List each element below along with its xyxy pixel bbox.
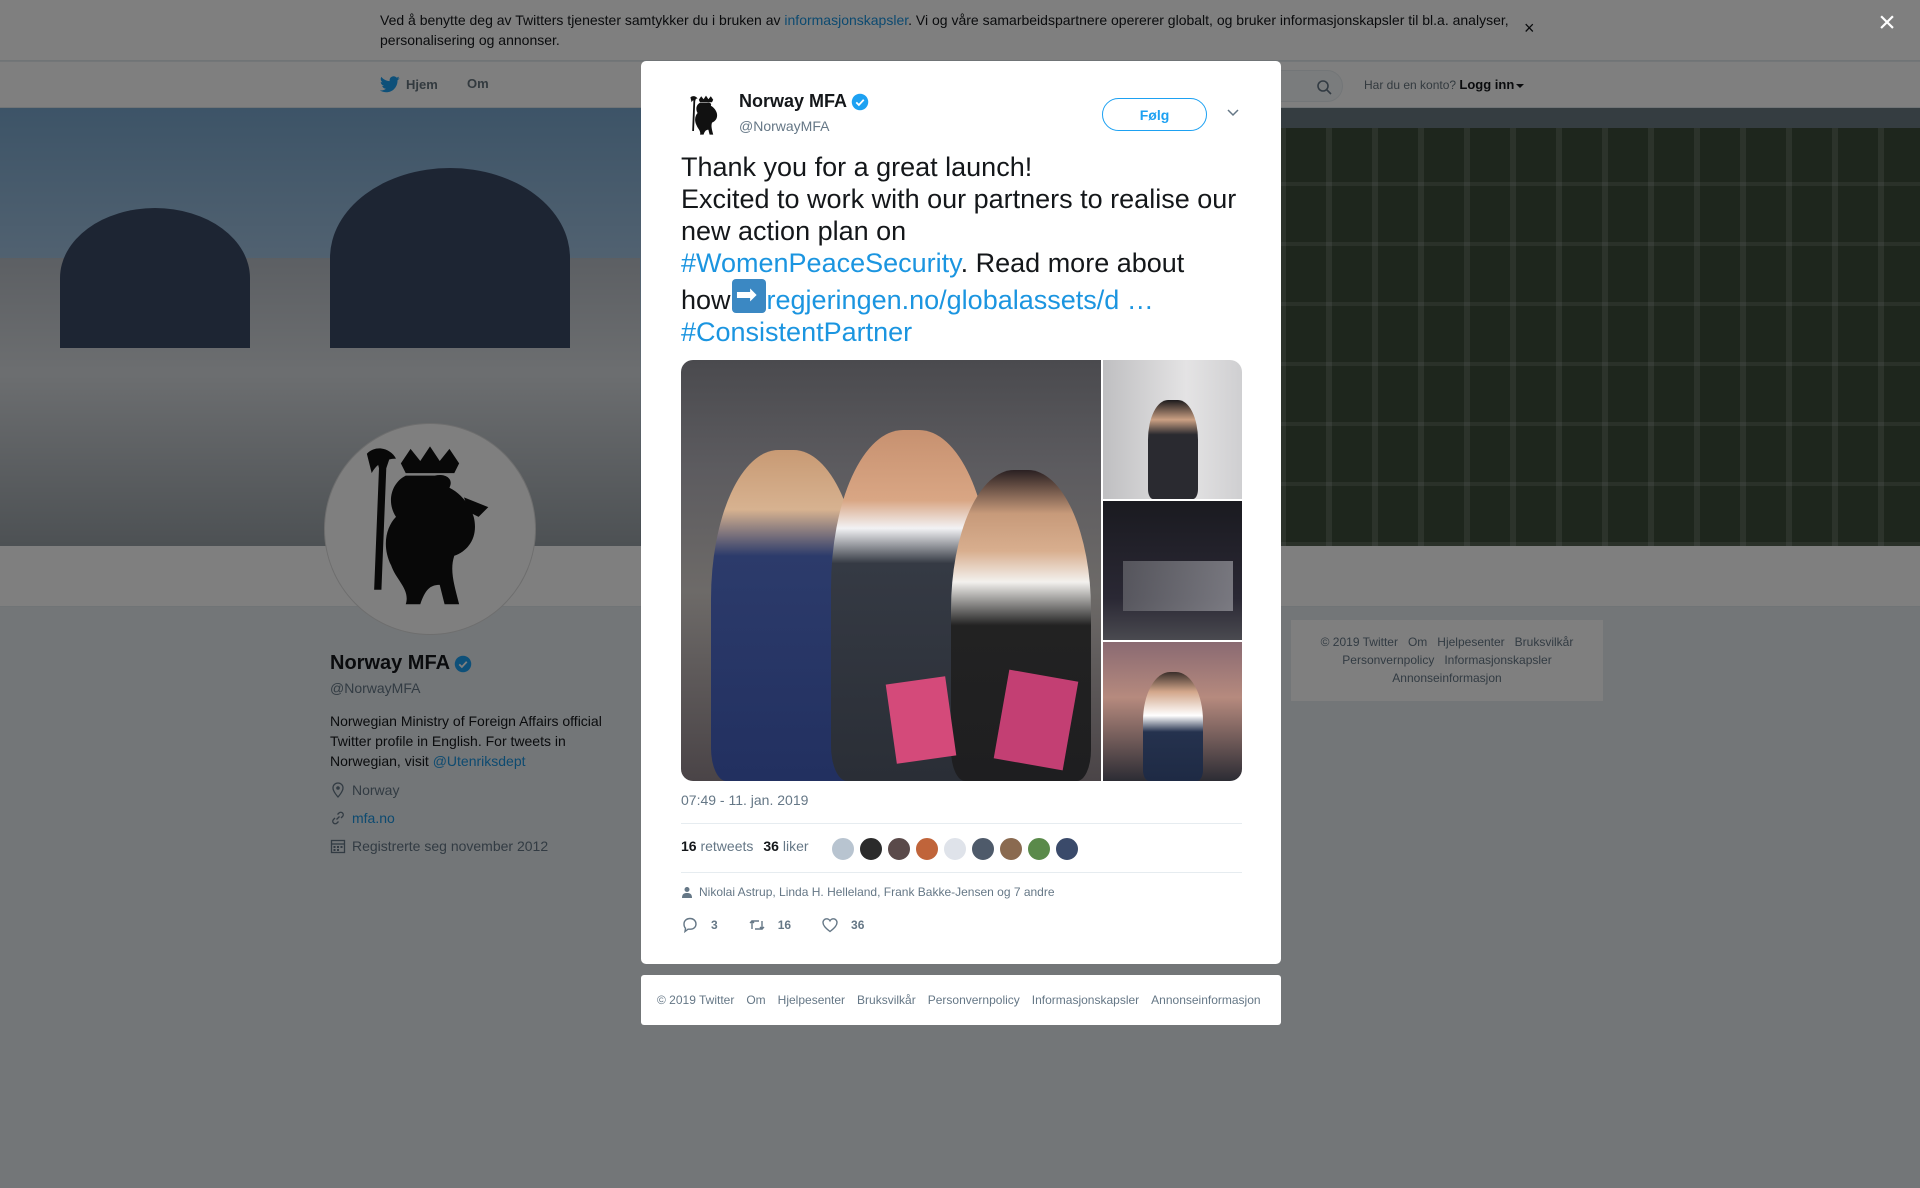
tweet-photo-3[interactable]	[1103, 501, 1242, 640]
tweet-text: Thank you for a great launch! Excited to…	[681, 151, 1241, 348]
tweet-author-name[interactable]: Norway MFA	[739, 91, 869, 112]
retweet-button[interactable]: 16	[748, 916, 791, 934]
liked-by: Nikolai Astrup, Linda H. Helleland, Fran…	[681, 885, 1055, 899]
footer-link[interactable]: Om	[746, 993, 765, 1007]
liker-avatar[interactable]	[915, 837, 939, 861]
right-arrow-emoji-icon	[731, 279, 766, 313]
liker-avatar[interactable]	[859, 837, 883, 861]
liker-avatars	[831, 837, 1079, 861]
heart-icon	[822, 918, 838, 933]
follow-button[interactable]: Følg	[1102, 98, 1207, 131]
liker-avatar[interactable]	[1027, 837, 1051, 861]
liker-avatar[interactable]	[943, 837, 967, 861]
tweet-photo-4[interactable]	[1103, 642, 1242, 781]
liker-avatar[interactable]	[1055, 837, 1079, 861]
tweet-photo-2[interactable]	[1103, 360, 1242, 499]
divider	[681, 872, 1242, 873]
url-ellipsis[interactable]: …	[1119, 285, 1154, 315]
verified-badge-icon	[851, 93, 869, 110]
tweet-actions: 3 16 36	[681, 916, 864, 934]
footer-link[interactable]: Bruksvilkår	[857, 993, 916, 1007]
footer-link[interactable]: © 2019 Twitter	[657, 993, 734, 1007]
chevron-down-icon[interactable]	[1226, 105, 1240, 119]
divider	[681, 823, 1242, 824]
tweet-author-handle[interactable]: @NorwayMFA	[739, 118, 829, 134]
tweet-media-grid	[681, 360, 1242, 781]
retweet-icon	[749, 920, 765, 930]
tweet-timestamp[interactable]: 07:49 - 11. jan. 2019	[681, 792, 808, 808]
footer-link[interactable]: Informasjonskapsler	[1032, 993, 1139, 1007]
hashtag-link[interactable]: #WomenPeaceSecurity	[681, 248, 961, 278]
tweet-stats: 16 retweets 36 liker	[681, 838, 809, 854]
lion-crest-icon	[690, 95, 718, 135]
liker-avatar[interactable]	[999, 837, 1023, 861]
likes-stat[interactable]: 36 liker	[763, 838, 808, 854]
footer-link[interactable]: Annonseinformasjon	[1151, 993, 1260, 1007]
url-link[interactable]: regjeringen.no/globalassets/d	[767, 285, 1120, 315]
person-icon	[682, 887, 692, 898]
close-icon[interactable]: ×	[1874, 8, 1900, 38]
footer-link[interactable]: Personvernpolicy	[928, 993, 1020, 1007]
tweet-modal: Norway MFA @NorwayMFA Følg Thank you for…	[641, 61, 1281, 964]
footer-link[interactable]: Hjelpesenter	[778, 993, 845, 1007]
tweet-author-avatar[interactable]	[681, 91, 731, 141]
like-button[interactable]: 36	[821, 916, 864, 934]
liker-avatar[interactable]	[887, 837, 911, 861]
liker-avatar[interactable]	[831, 837, 855, 861]
retweets-stat[interactable]: 16 retweets	[681, 838, 753, 854]
hashtag-link[interactable]: #ConsistentPartner	[681, 317, 912, 347]
liker-avatar[interactable]	[971, 837, 995, 861]
reply-button[interactable]: 3	[681, 916, 718, 934]
reply-icon	[683, 917, 697, 934]
modal-footer: © 2019 Twitter Om Hjelpesenter Bruksvilk…	[641, 975, 1281, 1025]
tweet-photo-main[interactable]	[681, 360, 1101, 781]
